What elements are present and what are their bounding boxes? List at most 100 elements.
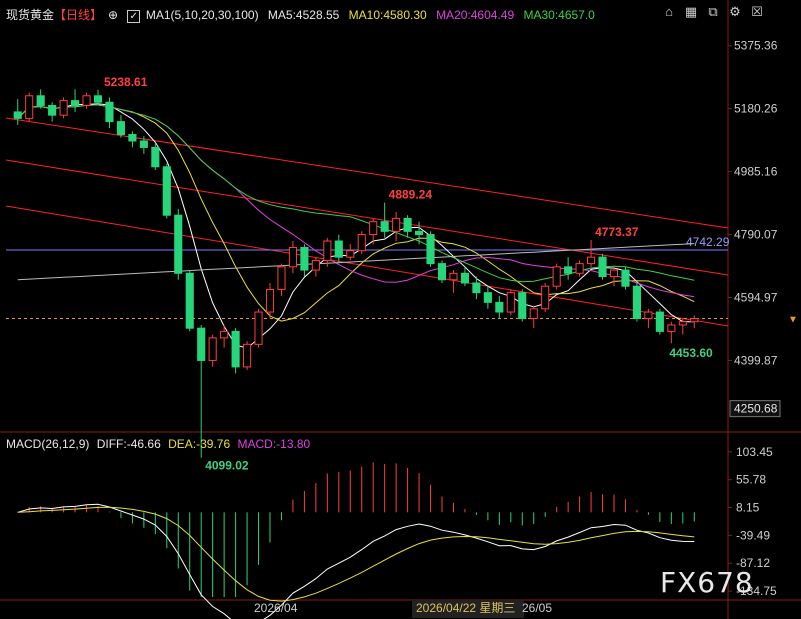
candle-body: [288, 246, 297, 268]
candle-body: [621, 269, 630, 287]
macd-tick-label: -39.49: [736, 528, 770, 542]
instrument-name[interactable]: 现货黄金: [6, 8, 54, 22]
period-label[interactable]: 【日线】: [54, 8, 102, 22]
price-tick-label: 4594.97: [734, 291, 778, 305]
price-tick-label: 4790.07: [734, 228, 778, 242]
candle-body: [518, 292, 527, 319]
compare-icon[interactable]: ⧉: [704, 4, 722, 20]
candle-body: [185, 272, 194, 329]
candle-body: [415, 230, 424, 236]
candle-body: [277, 266, 286, 290]
macd-tick-label: 8.15: [736, 501, 760, 515]
mid-high-annotation: 4889.24: [389, 188, 433, 202]
candle-body: [690, 317, 699, 323]
candle-body: [265, 288, 275, 313]
candle-body: [495, 301, 504, 313]
macd-dea: DEA:-39.76: [168, 437, 231, 451]
candle-body: [655, 311, 664, 332]
candle-body: [208, 337, 217, 361]
candle-body: [369, 221, 378, 236]
candle-body: [380, 221, 389, 232]
candle-body: [678, 321, 687, 326]
candle-body: [13, 111, 22, 119]
ma10-line: [17, 104, 695, 322]
candle-body: [587, 256, 596, 265]
macd-label[interactable]: MACD(26,12,9): [6, 437, 89, 451]
candle-body: [197, 327, 206, 361]
level-line-label: 4742.29: [686, 235, 730, 249]
candle-body: [609, 269, 619, 278]
candle-body: [82, 95, 91, 106]
recent-high-annotation: 4773.37: [595, 225, 639, 239]
candle-body: [357, 234, 366, 252]
low-annotation: 4099.02: [205, 459, 249, 473]
candle-body: [575, 263, 584, 274]
candle-body: [460, 272, 469, 284]
price-tick-label: 4399.87: [734, 353, 778, 367]
candle-body: [506, 292, 515, 313]
candle-body: [36, 95, 45, 106]
candle-body: [162, 166, 171, 216]
ma5-line: [17, 103, 695, 349]
candle-body: [231, 330, 240, 368]
candle-body: [254, 311, 263, 345]
channel-line: [5, 117, 729, 229]
macd-value: MACD:-13.80: [237, 437, 311, 451]
current-price-label: 4250.68: [734, 402, 778, 416]
candle-body: [71, 100, 80, 106]
candle-body: [552, 266, 561, 287]
channel-line: [5, 159, 729, 276]
price-tick-label: 4985.16: [734, 165, 778, 179]
price-tick-label: 5180.26: [734, 102, 778, 116]
candle-body: [116, 121, 125, 136]
candle-body: [483, 292, 492, 303]
price-tick-label: 5375.36: [734, 39, 778, 53]
candle-body: [25, 95, 34, 119]
fx678-watermark: FX678: [660, 566, 754, 599]
candle-body: [392, 217, 401, 232]
macd-legend: MACD(26,12,9) DIFF:-46.66 DEA:-39.76 MAC…: [6, 437, 314, 451]
chart-header: 现货黄金【日线】 ⊕ ✓ MA1(5,10,20,30,100) MA5:4528.…: [0, 0, 801, 26]
candle-body: [151, 146, 160, 168]
high-annotation: 5238.61: [104, 75, 148, 89]
candle-body: [564, 266, 573, 274]
home-icon[interactable]: ⌂: [660, 4, 678, 20]
candle-body: [311, 259, 320, 271]
settings-icon[interactable]: ⚙: [726, 4, 744, 20]
time-label-may: 26/05: [522, 601, 552, 615]
candlestick-chart: 5375.36 5180.26 4985.16 4790.07 4594.97 4399.…: [0, 0, 801, 619]
last-price-marker: ▼: [788, 314, 798, 325]
ma-toggle-icon[interactable]: ✓: [127, 10, 140, 23]
candle-body: [300, 246, 309, 271]
ma20-value: MA20:4604.49: [436, 8, 515, 22]
candle-body: [220, 330, 229, 339]
candle-body: [323, 240, 332, 261]
candle-body: [105, 101, 114, 123]
recent-low-annotation: 4453.60: [669, 346, 713, 360]
candle-body: [598, 256, 607, 278]
candle-body: [449, 272, 458, 281]
candle-body: [174, 214, 183, 274]
macd-tick-label: 55.78: [736, 473, 766, 487]
chart-icon[interactable]: ▦: [682, 4, 700, 20]
collapse-icon[interactable]: ☒: [748, 4, 766, 20]
macd-diff-line: [17, 503, 695, 619]
macd-tick-label: 103.45: [736, 445, 773, 459]
candle-body: [59, 100, 68, 116]
add-icon[interactable]: ⊕: [108, 8, 118, 22]
candle-body: [48, 104, 57, 116]
candle-body: [667, 324, 676, 332]
time-label-apr: 2026/04: [254, 601, 298, 615]
candle-body: [334, 240, 343, 258]
candle-body: [437, 263, 447, 281]
candle-body: [426, 234, 435, 265]
candle-body: [243, 343, 252, 368]
candle-body: [632, 285, 641, 319]
candle-body: [529, 308, 538, 319]
candle-body: [644, 311, 653, 319]
candle-body: [403, 217, 412, 232]
crosshair-time-label: 2026/04/22 星期三: [416, 601, 515, 615]
ma-label[interactable]: MA1(5,10,20,30,100): [146, 8, 259, 22]
candle-body: [139, 140, 148, 148]
candle-body: [472, 282, 481, 294]
